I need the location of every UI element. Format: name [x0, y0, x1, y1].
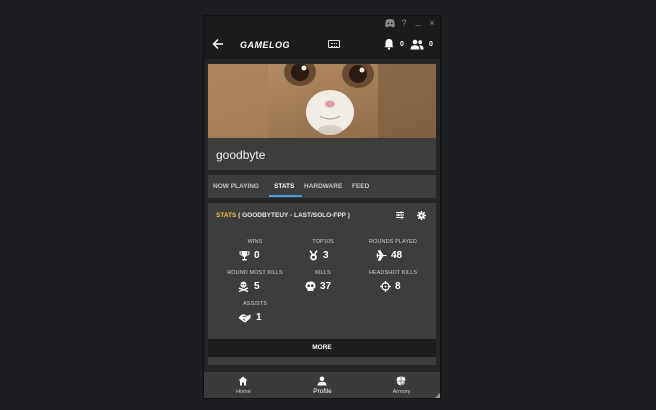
- profile-username: goodbyte: [216, 148, 266, 162]
- tab-now-playing[interactable]: NOW PLAYING: [213, 183, 259, 191]
- stats-heading-label: STATS: [216, 212, 237, 219]
- profile-name-card: goodbyte: [208, 138, 436, 170]
- tab-hardware[interactable]: HARDWARE: [304, 183, 342, 191]
- stat-label: ROUNDS PLAYED: [369, 239, 417, 245]
- friends-icon[interactable]: [410, 39, 424, 50]
- stat-headshot-kills: HEADSHOT KILLS 8: [358, 270, 428, 298]
- stat-round-most-kills: ROUND MOST KILLS 5: [220, 270, 290, 298]
- window-titlebar: ? _ ×: [204, 16, 440, 31]
- app-header: GAMELOG 0 0: [204, 31, 440, 59]
- shield-icon: [396, 376, 406, 386]
- nav-home[interactable]: Home: [204, 372, 283, 398]
- stat-label: WINS: [247, 239, 263, 245]
- plane-icon: [376, 250, 387, 261]
- stats-heading-detail: ( GOODBYTEUY - LAST/SOLO-FPP ): [236, 212, 350, 219]
- stat-rounds-played: ROUNDS PLAYED 48: [358, 239, 428, 267]
- bottom-navigation: Home Profile Armory: [204, 372, 440, 398]
- profile-tabs: NOW PLAYING STATS HARDWARE FEED: [208, 175, 436, 198]
- stat-assists: ASSISTS 1: [220, 301, 290, 329]
- medal-icon: [309, 250, 318, 261]
- home-icon: [238, 376, 248, 386]
- trophy-icon: [239, 251, 250, 261]
- tab-stats[interactable]: STATS: [274, 183, 294, 191]
- stat-top10s: TOP10S 3: [288, 239, 358, 267]
- tab-feed[interactable]: FEED: [352, 183, 369, 191]
- nav-armory-label: Armory: [392, 389, 411, 395]
- profile-banner-image: [208, 64, 436, 138]
- stat-label: KILLS: [315, 270, 331, 276]
- stat-value: 0: [254, 250, 260, 261]
- stat-value: 5: [254, 281, 260, 292]
- stat-value: 1: [256, 312, 262, 323]
- keyboard-icon[interactable]: [328, 40, 340, 48]
- crosshair-icon: [380, 281, 391, 292]
- discord-icon[interactable]: [384, 18, 396, 29]
- stats-heading: STATS ( GOODBYTEUY - LAST/SOLO-FPP ): [216, 212, 350, 220]
- bell-icon[interactable]: [383, 38, 395, 50]
- skull-crossbones-icon: [238, 281, 249, 292]
- nav-home-label: Home: [236, 389, 251, 395]
- nav-armory[interactable]: Armory: [362, 372, 440, 398]
- stat-value: 3: [323, 250, 329, 261]
- stat-label: TOP10S: [312, 239, 334, 245]
- notifications-count: 0: [400, 41, 404, 48]
- stat-label: HEADSHOT KILLS: [368, 270, 418, 276]
- nav-profile-label: Profile: [313, 388, 332, 395]
- stat-kills: KILLS 37: [288, 270, 358, 298]
- skull-icon: [305, 281, 316, 291]
- app-window: ? _ × GAMELOG 0 0 goodbyte NOW PLAYING S…: [203, 15, 441, 399]
- help-icon[interactable]: ?: [398, 18, 410, 29]
- stat-value: 37: [320, 281, 332, 292]
- resize-handle[interactable]: [433, 393, 440, 398]
- stat-wins: WINS 0: [220, 239, 290, 267]
- nav-profile[interactable]: Profile: [283, 372, 362, 398]
- handshake-icon: [238, 314, 251, 323]
- stats-card: STATS ( GOODBYTEUY - LAST/SOLO-FPP ) WIN…: [208, 203, 436, 365]
- stat-label: ASSISTS: [243, 301, 267, 307]
- main-content: goodbyte NOW PLAYING STATS HARDWARE FEED…: [204, 59, 440, 372]
- minimize-icon[interactable]: _: [412, 16, 424, 27]
- app-logo: GAMELOG: [240, 40, 290, 50]
- stat-value: 48: [391, 250, 403, 261]
- stat-value: 8: [395, 281, 401, 292]
- tune-icon[interactable]: [396, 211, 404, 219]
- close-icon[interactable]: ×: [426, 18, 438, 29]
- friends-count: 0: [429, 41, 433, 48]
- gear-icon[interactable]: [417, 211, 426, 220]
- more-button[interactable]: MORE: [208, 339, 436, 357]
- active-tab-indicator: [269, 195, 302, 197]
- person-icon: [317, 376, 327, 386]
- cat-in-box-image: [208, 64, 436, 138]
- back-arrow-icon[interactable]: [212, 37, 224, 51]
- stat-label: ROUND MOST KILLS: [227, 270, 283, 276]
